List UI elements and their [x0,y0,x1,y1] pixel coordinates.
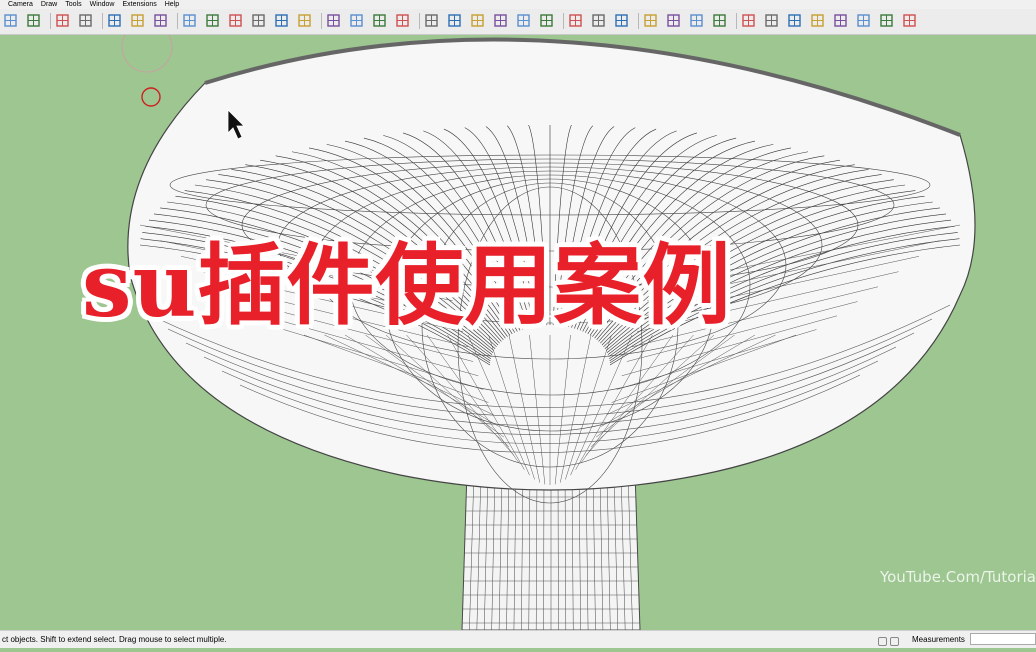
toolbar-separator [419,13,420,29]
user-icon[interactable] [890,637,899,646]
orbit-icon[interactable] [54,12,71,29]
next-view-icon[interactable] [25,12,42,29]
sphere-icon[interactable] [786,12,803,29]
orbit-indicator [121,35,173,73]
monochrome-icon[interactable] [492,12,509,29]
tag-icon[interactable] [711,12,728,29]
edit-icon[interactable] [515,12,532,29]
add-point-icon[interactable] [273,12,290,29]
minus-icon[interactable] [567,12,584,29]
menu-window[interactable]: Window [82,0,115,9]
info-icon[interactable] [878,637,887,646]
help-icon[interactable] [901,12,918,29]
xray-icon[interactable] [325,12,342,29]
grid-icon[interactable] [394,12,411,29]
hidden-line-icon[interactable] [371,12,388,29]
menu-draw[interactable]: Draw [33,0,57,9]
status-icons [878,635,902,652]
paint-icon[interactable] [832,12,849,29]
position-camera-icon[interactable] [77,12,94,29]
layer-icon[interactable] [613,12,630,29]
close-x-icon[interactable] [590,12,607,29]
pivot-marker [141,87,161,107]
ruler-icon[interactable] [878,12,895,29]
prev-view-icon[interactable] [2,12,19,29]
make-component-icon[interactable] [152,12,169,29]
overlay-title: su插件使用案例 [82,233,732,337]
shaded-icon[interactable] [469,12,486,29]
section-icon[interactable] [423,12,440,29]
toolbar-separator [638,13,639,29]
front-view-icon[interactable] [665,12,682,29]
explode-icon[interactable] [538,12,555,29]
align-icon[interactable] [181,12,198,29]
box-icon[interactable] [809,12,826,29]
pencil-icon[interactable] [642,12,659,29]
toolbar-separator [50,13,51,29]
toolbar [0,9,1036,35]
status-hint: ct objects. Shift to extend select. Drag… [2,635,227,644]
align-right-icon[interactable] [227,12,244,29]
speech-icon[interactable] [688,12,705,29]
select-icon[interactable] [106,12,123,29]
toolbar-separator [736,13,737,29]
toolbar-separator [102,13,103,29]
watermark: YouTube.Com/Tutoria [879,568,1036,586]
make-group-icon[interactable] [129,12,146,29]
status-bar: ct objects. Shift to extend select. Drag… [0,630,1036,648]
measurements-label: Measurements [912,635,965,644]
wireframe-icon[interactable] [348,12,365,29]
texture-icon[interactable] [446,12,463,29]
zoom-icon[interactable] [763,12,780,29]
menu-help[interactable]: Help [157,0,179,9]
menu-tools[interactable]: Tools [57,0,81,9]
align-center-icon[interactable] [204,12,221,29]
measurements-input[interactable] [970,633,1036,645]
toolbar-separator [321,13,322,29]
menu-camera[interactable]: Camera [0,0,33,9]
toolbar-separator [563,13,564,29]
menu-bar: Camera Draw Tools Window Extensions Help [0,0,1036,9]
circle-icon[interactable] [740,12,757,29]
toolbar-separator [177,13,178,29]
highlighted-view-icon[interactable] [855,12,872,29]
line-icon[interactable] [250,12,267,29]
remove-point-icon[interactable] [296,12,313,29]
menu-extensions[interactable]: Extensions [115,0,157,9]
